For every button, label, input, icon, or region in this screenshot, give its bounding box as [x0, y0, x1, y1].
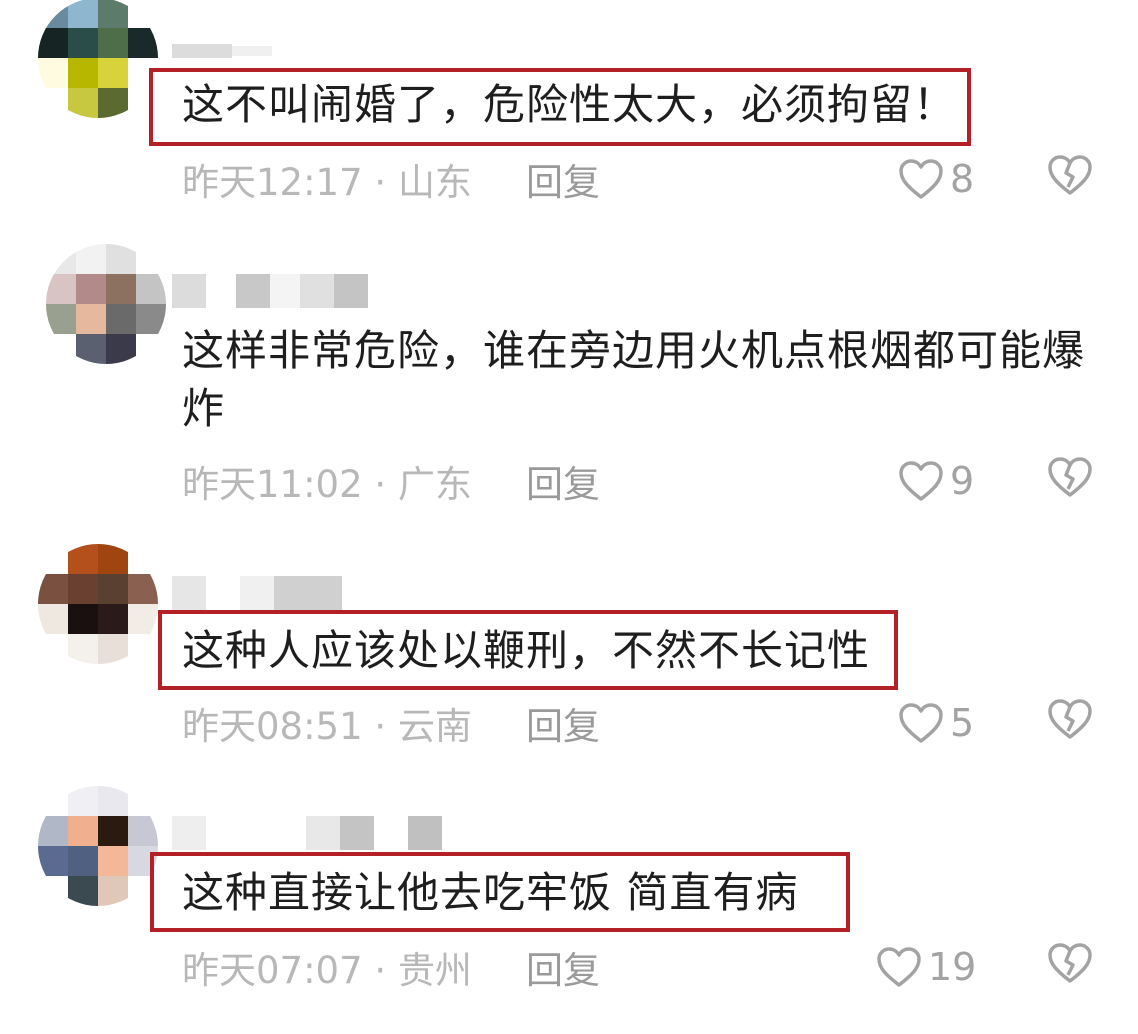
comment-text: 这种直接让他去吃牢饭 简直有病 — [182, 868, 799, 917]
like-count: 5 — [950, 701, 975, 745]
broken-heart-icon — [1048, 456, 1092, 497]
avatar[interactable] — [38, 786, 158, 906]
avatar[interactable] — [38, 0, 158, 118]
username-blurred[interactable] — [172, 274, 368, 310]
like-button[interactable]: 9 — [898, 459, 974, 503]
comment-meta: 昨天12:17 · 山东 回复 8 — [182, 154, 1102, 204]
comment-time: 昨天08:51 · 云南 — [182, 705, 472, 748]
broken-heart-icon — [1048, 154, 1092, 195]
broken-heart-icon — [1048, 942, 1092, 983]
heart-outline-icon — [877, 947, 921, 987]
comment-text: 这样非常危险，谁在旁边用火机点根烟都可能爆炸 — [182, 326, 1086, 433]
comment-time: 昨天11:02 · 广东 — [182, 463, 472, 506]
comment-item: 这种直接让他去吃牢饭 简直有病 昨天07:07 · 贵州 回复 19 — [0, 784, 1138, 1024]
comment-time: 昨天07:07 · 贵州 — [182, 949, 472, 992]
comment-meta: 昨天07:07 · 贵州 回复 19 — [182, 942, 1102, 992]
broken-heart-icon — [1048, 698, 1092, 739]
dislike-button[interactable] — [1046, 697, 1094, 750]
dislike-button[interactable] — [1046, 941, 1094, 994]
comment-item: 这样非常危险，谁在旁边用火机点根烟都可能爆炸 昨天11:02 · 广东 回复 9 — [0, 240, 1138, 530]
heart-outline-icon — [899, 461, 943, 501]
username-blurred[interactable] — [172, 34, 272, 70]
reply-button[interactable]: 回复 — [526, 696, 600, 750]
reply-button[interactable]: 回复 — [526, 454, 600, 508]
comment-text: 这不叫闹婚了，危险性太大，必须拘留！ — [182, 80, 957, 129]
comment-text: 这种人应该处以鞭刑，不然不长记性 — [182, 626, 871, 675]
like-count: 19 — [928, 945, 977, 989]
comment-time: 昨天12:17 · 山东 — [182, 161, 472, 204]
comment-meta: 昨天11:02 · 广东 回复 9 — [182, 456, 1102, 506]
comment-meta: 昨天08:51 · 云南 回复 5 — [182, 698, 1102, 748]
comment-item: 这不叫闹婚了，危险性太大，必须拘留！ 昨天12:17 · 山东 回复 8 — [0, 0, 1138, 220]
reply-button[interactable]: 回复 — [526, 940, 600, 994]
username-blurred[interactable] — [172, 576, 342, 612]
heart-outline-icon — [899, 159, 943, 199]
like-count: 8 — [950, 157, 975, 201]
like-button[interactable]: 8 — [898, 157, 974, 201]
like-button[interactable]: 19 — [876, 945, 976, 989]
heart-outline-icon — [899, 703, 943, 743]
like-count: 9 — [950, 459, 975, 503]
username-blurred[interactable] — [172, 816, 442, 852]
dislike-button[interactable] — [1046, 455, 1094, 508]
avatar[interactable] — [38, 544, 158, 664]
like-button[interactable]: 5 — [898, 701, 974, 745]
comment-item: 这种人应该处以鞭刑，不然不长记性 昨天08:51 · 云南 回复 5 — [0, 540, 1138, 760]
reply-button[interactable]: 回复 — [526, 152, 600, 206]
avatar[interactable] — [46, 244, 166, 364]
dislike-button[interactable] — [1046, 153, 1094, 206]
